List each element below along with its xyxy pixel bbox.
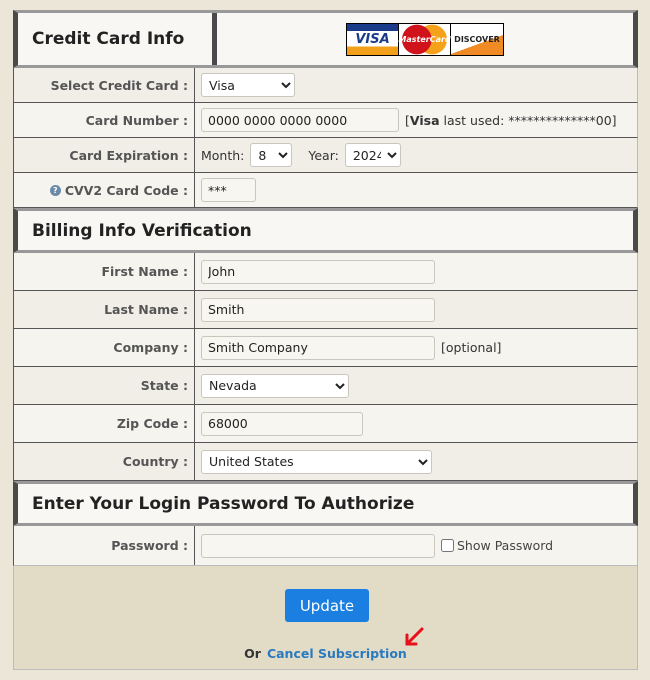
visa-logo: VISA xyxy=(347,23,399,55)
password-input[interactable] xyxy=(201,533,435,558)
cancel-subscription-link[interactable]: Cancel Subscription xyxy=(267,646,407,661)
or-text: Or xyxy=(244,646,261,661)
first-name-row: First Name : xyxy=(13,253,638,291)
cvv-row: ? CVV2 Card Code : xyxy=(13,173,638,208)
mastercard-logo: MasterCard xyxy=(398,23,451,55)
show-password-toggle[interactable]: Show Password xyxy=(441,538,553,553)
password-row: Password : Show Password xyxy=(13,526,638,566)
card-number-input[interactable] xyxy=(201,108,399,132)
last-name-label: Last Name : xyxy=(14,291,195,328)
company-input[interactable] xyxy=(201,335,435,360)
help-icon[interactable]: ? xyxy=(49,184,61,196)
zip-row: Zip Code : xyxy=(13,405,638,443)
zip-input[interactable] xyxy=(201,411,363,436)
zip-label: Zip Code : xyxy=(14,405,195,442)
country-label: Country : xyxy=(14,443,195,480)
payment-form: Credit Card Info VISA MasterCard DISCOVE… xyxy=(13,10,638,670)
section-title: Enter Your Login Password To Authorize xyxy=(32,493,415,514)
cvv-input[interactable] xyxy=(201,178,256,202)
section-title: Billing Info Verification xyxy=(32,220,252,241)
show-password-checkbox[interactable] xyxy=(441,539,454,552)
last-used-note: [Visa last used: **************00] xyxy=(405,112,617,128)
last-name-row: Last Name : xyxy=(13,291,638,329)
country-select[interactable]: United States xyxy=(201,449,432,474)
expiration-row: Card Expiration : Month: 8 Year: 2024 xyxy=(13,138,638,173)
billing-header: Billing Info Verification xyxy=(13,208,638,253)
card-type-select[interactable]: Visa xyxy=(201,73,295,97)
state-label: State : xyxy=(14,367,195,404)
cvv-label: ? CVV2 Card Code : xyxy=(14,173,195,207)
card-number-label: Card Number : xyxy=(14,103,195,137)
company-row: Company : [optional] xyxy=(13,329,638,367)
state-row: State : Nevada xyxy=(13,367,638,405)
password-label: Password : xyxy=(14,526,195,565)
select-card-row: Select Credit Card : Visa xyxy=(13,68,638,103)
red-arrow-annotation xyxy=(405,627,424,646)
update-button[interactable]: Update xyxy=(285,589,369,622)
first-name-label: First Name : xyxy=(14,253,195,290)
company-label: Company : xyxy=(14,329,195,366)
discover-logo: DISCOVER xyxy=(451,23,503,55)
card-logos: VISA MasterCard DISCOVER xyxy=(217,13,633,65)
month-select[interactable]: 8 xyxy=(250,143,293,167)
select-card-label: Select Credit Card : xyxy=(14,68,195,102)
month-label: Month: xyxy=(201,147,245,163)
auth-header: Enter Your Login Password To Authorize xyxy=(13,481,638,526)
last-name-input[interactable] xyxy=(201,297,435,322)
optional-note: [optional] xyxy=(441,340,502,355)
form-footer: Update Or Cancel Subscription xyxy=(13,566,638,670)
section-title: Credit Card Info xyxy=(18,13,217,65)
country-row: Country : United States xyxy=(13,443,638,481)
expiration-label: Card Expiration : xyxy=(14,138,195,172)
card-number-row: Card Number : [Visa last used: *********… xyxy=(13,103,638,138)
year-label: Year: xyxy=(308,147,339,163)
year-select[interactable]: 2024 xyxy=(344,143,401,167)
first-name-input[interactable] xyxy=(201,259,435,284)
credit-card-header: Credit Card Info VISA MasterCard DISCOVE… xyxy=(13,10,638,68)
state-select[interactable]: Nevada xyxy=(201,373,349,398)
